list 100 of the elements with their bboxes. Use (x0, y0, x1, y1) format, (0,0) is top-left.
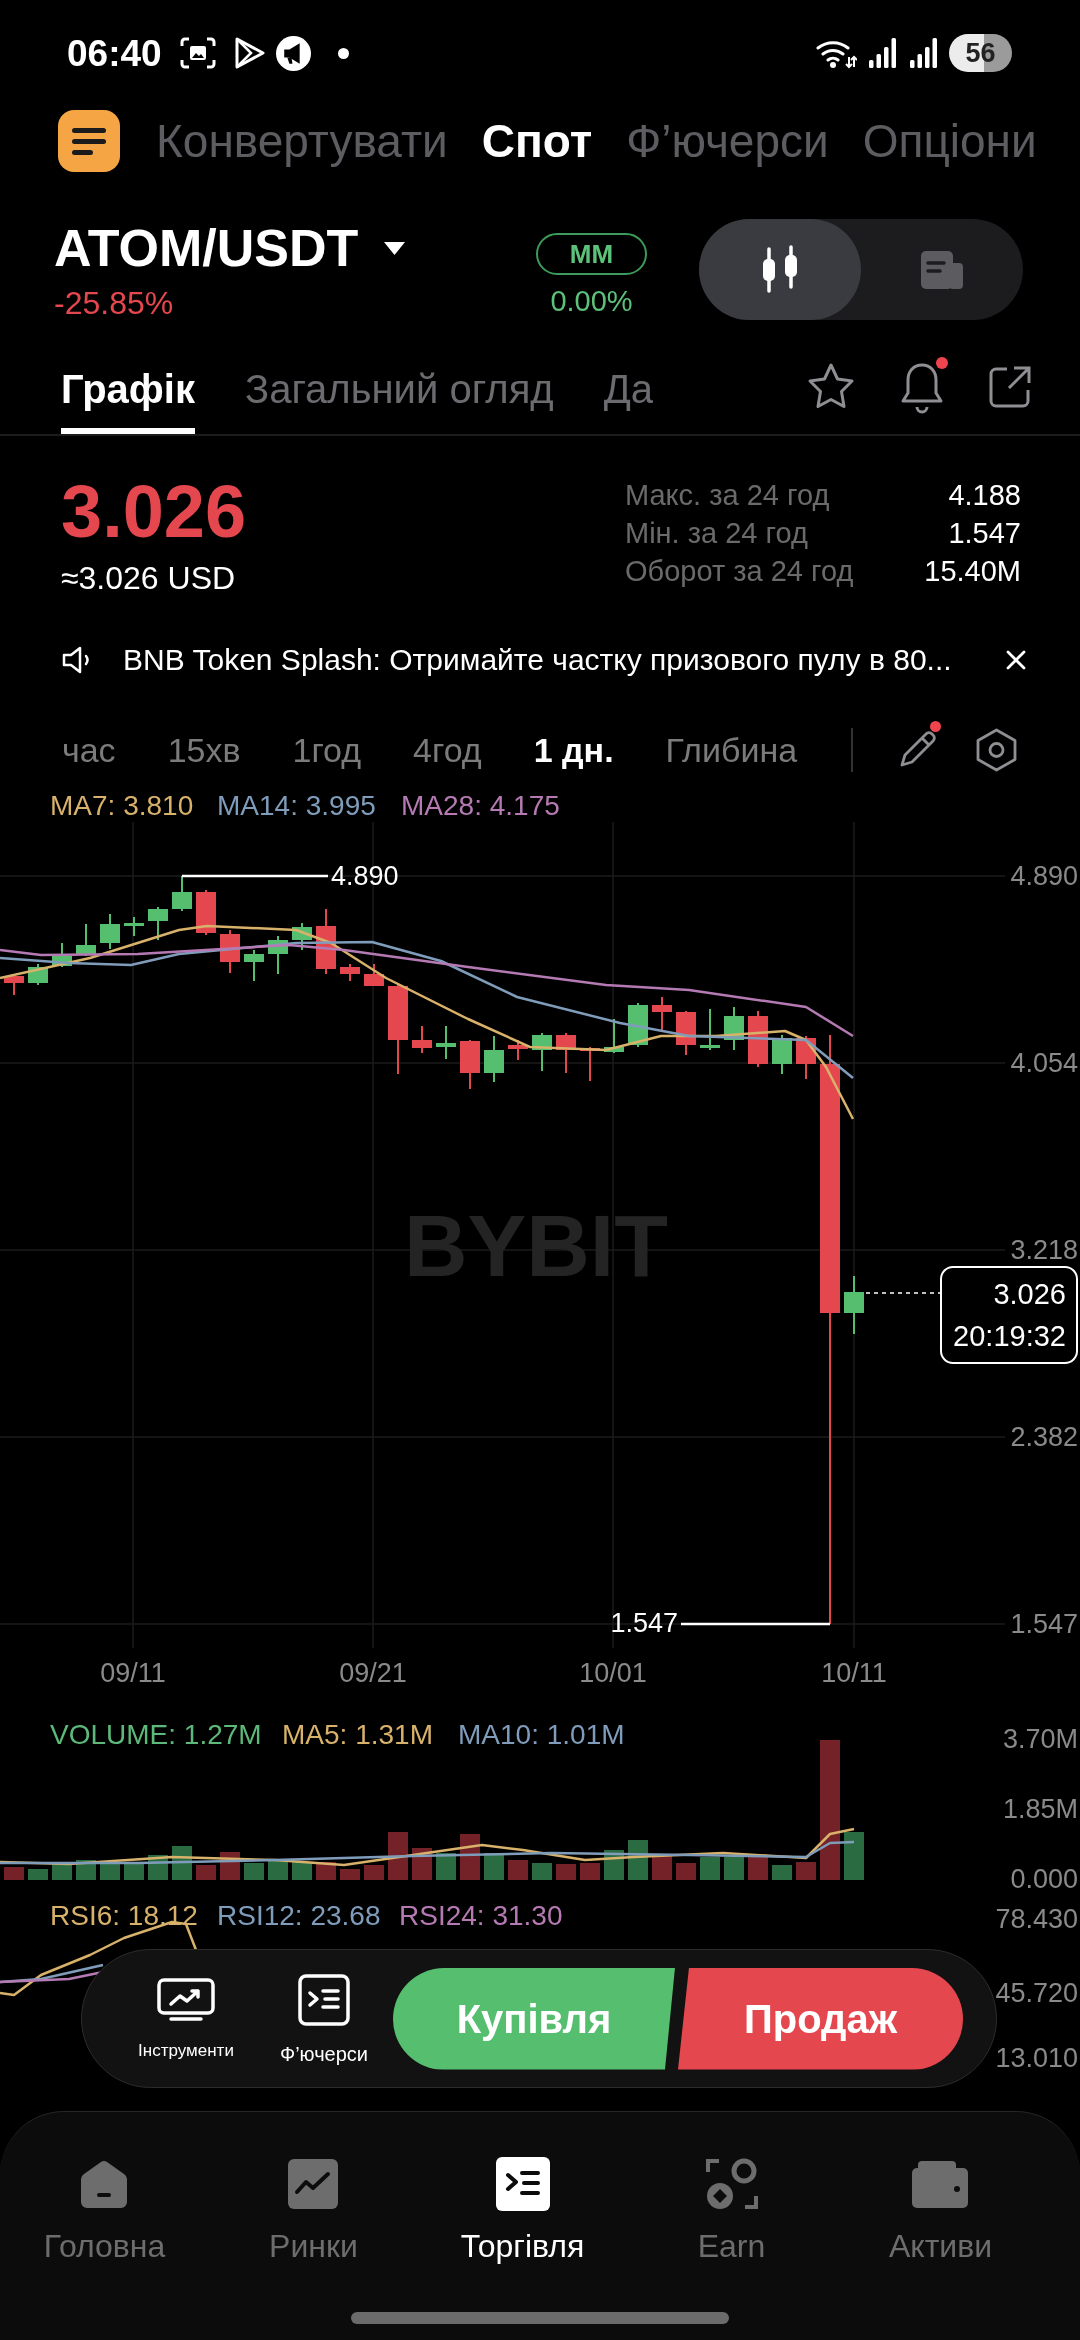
megaphone-icon (275, 35, 311, 71)
volume-bar (628, 1840, 648, 1880)
indicator-label: MA10: 1.01M (458, 1718, 625, 1750)
candle (100, 913, 120, 950)
volume-axis-label: 3.70M (1002, 1724, 1078, 1754)
candle (676, 1010, 696, 1056)
volume-bar (676, 1863, 696, 1880)
candle (4, 973, 24, 996)
mm-ratio: 0.00% (550, 285, 633, 317)
market-tab[interactable]: Спот (481, 118, 593, 164)
document-icon (919, 248, 965, 291)
volume-bar (340, 1869, 360, 1880)
price-axis-label: 3.218 (1010, 1235, 1078, 1265)
candle (220, 929, 240, 974)
volume-bar (796, 1862, 816, 1880)
indicator-label: RSI12: 23.68 (217, 1899, 381, 1931)
date-axis-label: 10/11 (821, 1658, 887, 1688)
candle (412, 1025, 432, 1054)
dot-icon (337, 47, 349, 59)
current-price-label: 3.026 (993, 1278, 1066, 1310)
earn-icon (703, 2156, 760, 2212)
trade-icon (494, 2156, 551, 2212)
settings-icon[interactable] (975, 727, 1018, 773)
mm-badge[interactable]: MM (536, 233, 647, 275)
candle (196, 889, 216, 936)
candle (796, 1035, 816, 1080)
candle (604, 1018, 624, 1054)
candle (700, 1008, 720, 1051)
interval-tab[interactable]: час (62, 733, 116, 767)
fiat-price: ≈3.026 USD (61, 562, 236, 594)
volume-bar (772, 1865, 792, 1880)
nav-tab[interactable]: Активи (888, 2112, 993, 2264)
shortcut-button[interactable]: Ф’ючерси (269, 1973, 379, 2064)
nav-tab[interactable]: Earn (697, 2112, 766, 2264)
volume-bar (244, 1863, 264, 1880)
volume-bar (724, 1857, 744, 1880)
volume-bar (268, 1860, 288, 1880)
interval-tab[interactable]: 4год (413, 733, 482, 767)
nav-tab[interactable]: Ринки (269, 2112, 358, 2264)
indicator-label: MA5: 1.31M (282, 1718, 433, 1750)
candle (340, 963, 360, 982)
announcement-text[interactable]: BNB Token Splash: Отримайте частку призового пулу в 80... (123, 645, 952, 675)
volume-bar (388, 1832, 408, 1880)
nav-tab[interactable]: Торгівля (460, 2112, 585, 2264)
candle (364, 963, 384, 987)
pair-symbol[interactable]: ATOM/USDT (54, 220, 359, 276)
volume-bar (556, 1864, 576, 1880)
date-axis-label: 09/11 (100, 1658, 166, 1688)
candle (268, 935, 288, 975)
rsi-axis-label: 13.010 (995, 2043, 1078, 2073)
volume-bar (28, 1869, 48, 1880)
high-price-label: 4.890 (331, 861, 399, 891)
stat-label: Макс. за 24 год (625, 478, 830, 513)
screenshot-icon (179, 37, 216, 69)
volume-bar (436, 1853, 456, 1880)
indicator-label: MA28: 4.175 (401, 790, 560, 821)
menu-icon[interactable] (58, 110, 120, 172)
volume-bar (580, 1863, 600, 1880)
stat-value: 1.547 (948, 516, 1021, 551)
detail-tab[interactable]: Графік (61, 340, 195, 434)
candle (52, 942, 72, 968)
date-axis-label: 10/01 (579, 1658, 647, 1688)
volume-bar (460, 1834, 480, 1880)
volume-bar (532, 1863, 552, 1880)
caret-icon[interactable] (384, 241, 406, 255)
interval-tab[interactable]: Глибина (665, 733, 798, 767)
detail-tab[interactable]: Загальний огляд (244, 340, 554, 434)
rsi-axis-label: 78.430 (995, 1904, 1078, 1934)
candle (652, 996, 672, 1032)
countdown-label: 20:19:32 (953, 1320, 1066, 1352)
price-change: -25.85% (54, 285, 174, 321)
interval-tab[interactable]: 15хв (167, 733, 241, 767)
rsi-axis-label: 45.720 (995, 1978, 1078, 2008)
candle (772, 1034, 792, 1075)
interval-tab[interactable]: 1 дн. (533, 733, 614, 767)
indicator-label: RSI24: 31.30 (399, 1899, 563, 1931)
volume-bar (700, 1857, 720, 1880)
volume-axis-label: 0.000 (1010, 1864, 1078, 1894)
shortcut-button[interactable]: Інструменти (131, 1978, 241, 2059)
detail-tab[interactable]: Да (603, 340, 654, 434)
price-axis-label: 2.382 (1010, 1422, 1078, 1452)
price-axis-label: 1.547 (1010, 1609, 1078, 1639)
share-icon[interactable] (987, 364, 1033, 410)
indicator-label: VOLUME: 1.27M (50, 1718, 262, 1750)
price-axis-label: 4.890 (1010, 861, 1078, 891)
close-icon[interactable] (1006, 650, 1026, 670)
nav-tab[interactable]: Головна (43, 2112, 166, 2264)
interval-tab[interactable]: 1год (292, 733, 362, 767)
date-axis-label: 09/21 (339, 1658, 407, 1688)
volume-bar (196, 1865, 216, 1880)
candle (484, 1035, 504, 1083)
indicator-label: RSI6: 18.12 (50, 1899, 198, 1931)
candle (532, 1032, 552, 1072)
stat-label: Оборот за 24 год (625, 554, 854, 589)
stat-label: Мін. за 24 год (625, 516, 808, 551)
low-price-label: 1.547 (610, 1608, 678, 1638)
indicator-label: MA14: 3.995 (217, 790, 376, 821)
sell-button[interactable]: Продаж (678, 1967, 963, 2070)
candle (316, 908, 336, 975)
stat-value: 4.188 (948, 478, 1021, 513)
